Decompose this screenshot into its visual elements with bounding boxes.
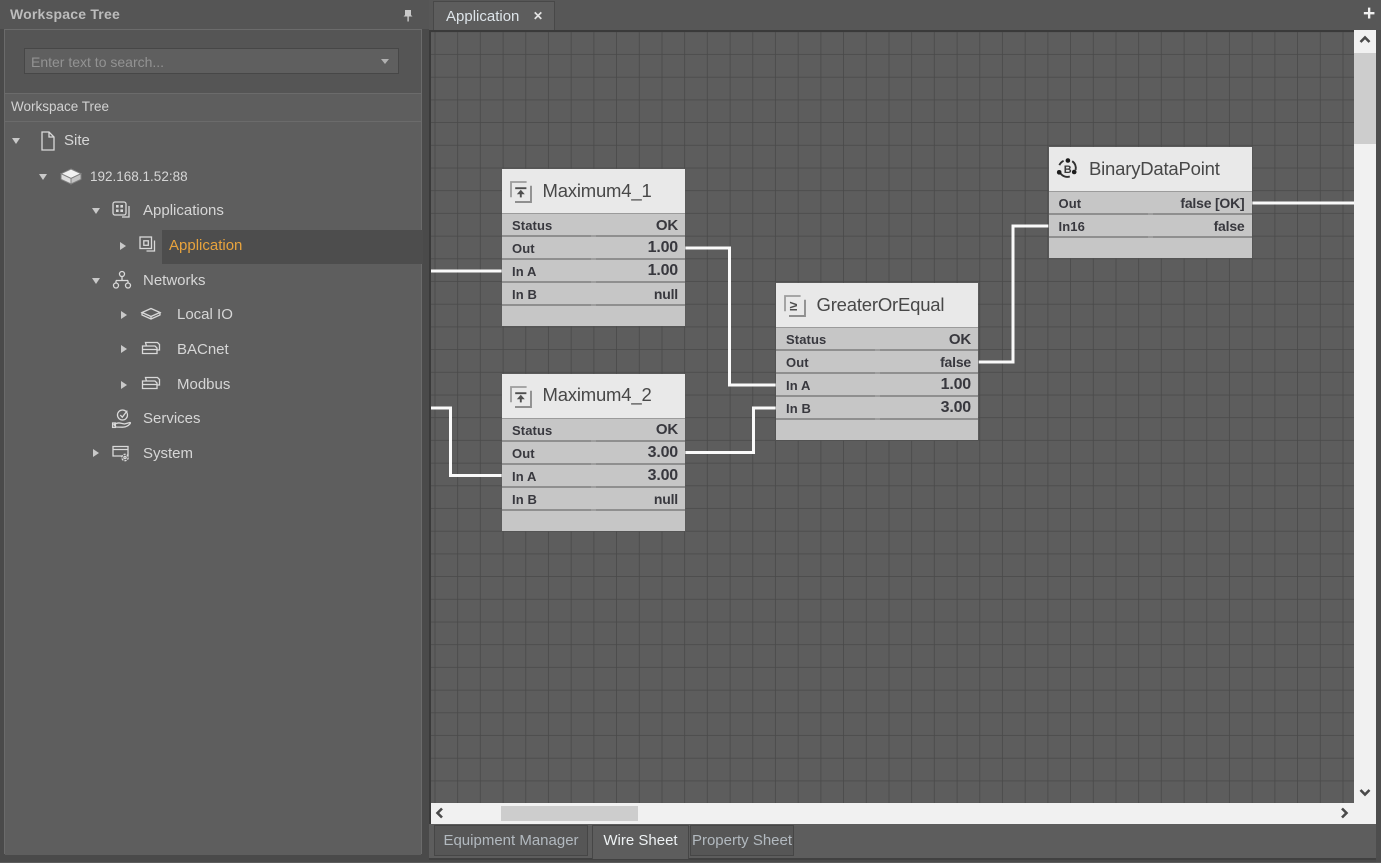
svg-text:B: B — [1063, 164, 1071, 176]
svg-text:≥: ≥ — [790, 297, 798, 313]
